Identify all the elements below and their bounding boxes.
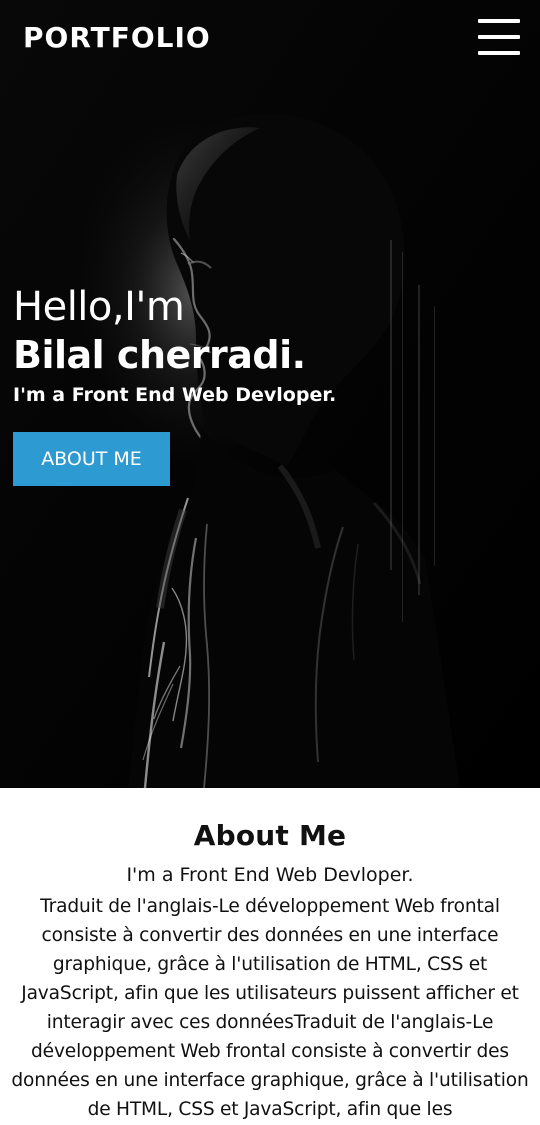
- hero-section: PORTFOLIO Hello,I'm Bilal cherradi. I'm …: [0, 0, 540, 788]
- portfolio-logo[interactable]: PORTFOLIO: [23, 21, 211, 55]
- about-description: Traduit de l'anglais-Le développement We…: [11, 896, 529, 1120]
- menu-line-icon: [478, 35, 520, 39]
- hero-role: I'm a Front End Web Devloper.: [13, 384, 337, 406]
- menu-line-icon: [478, 19, 520, 23]
- menu-line-icon: [478, 51, 520, 55]
- hero-greeting: Hello,I'm: [13, 284, 185, 330]
- hamburger-menu-icon[interactable]: [478, 18, 520, 56]
- portfolio-page: PORTFOLIO Hello,I'm Bilal cherradi. I'm …: [0, 0, 540, 1125]
- about-me-button[interactable]: ABOUT ME: [13, 432, 170, 486]
- about-title: About Me: [193, 819, 347, 852]
- hero-introduction: Hello,I'm Bilal cherradi. I'm a Front En…: [13, 283, 336, 407]
- top-navigation: PORTFOLIO: [0, 0, 540, 80]
- about-section: About Me I'm a Front End Web Devloper. T…: [0, 788, 540, 1125]
- hero-name: Bilal cherradi.: [13, 333, 306, 377]
- about-subtitle: I'm a Front End Web Devloper.: [126, 864, 414, 886]
